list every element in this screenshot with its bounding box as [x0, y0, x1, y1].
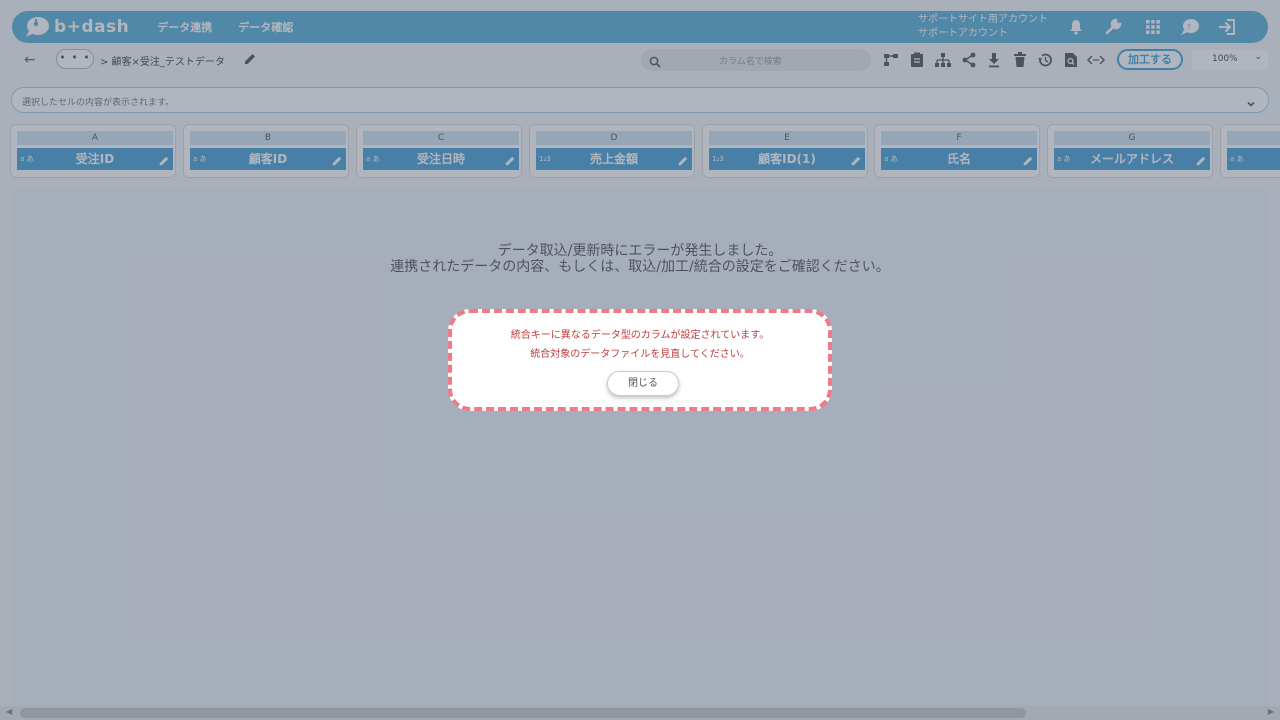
error-dialog: 統合キーに異なるデータ型のカラムが設定されています。 統合対象のデータファイルを…: [448, 309, 832, 411]
dialog-message-line1: 統合キーに異なるデータ型のカラムが設定されています。: [510, 330, 770, 341]
close-button[interactable]: 閉じる: [607, 371, 679, 396]
dialog-message-line2: 統合対象のデータファイルを見直してください。: [530, 349, 750, 360]
